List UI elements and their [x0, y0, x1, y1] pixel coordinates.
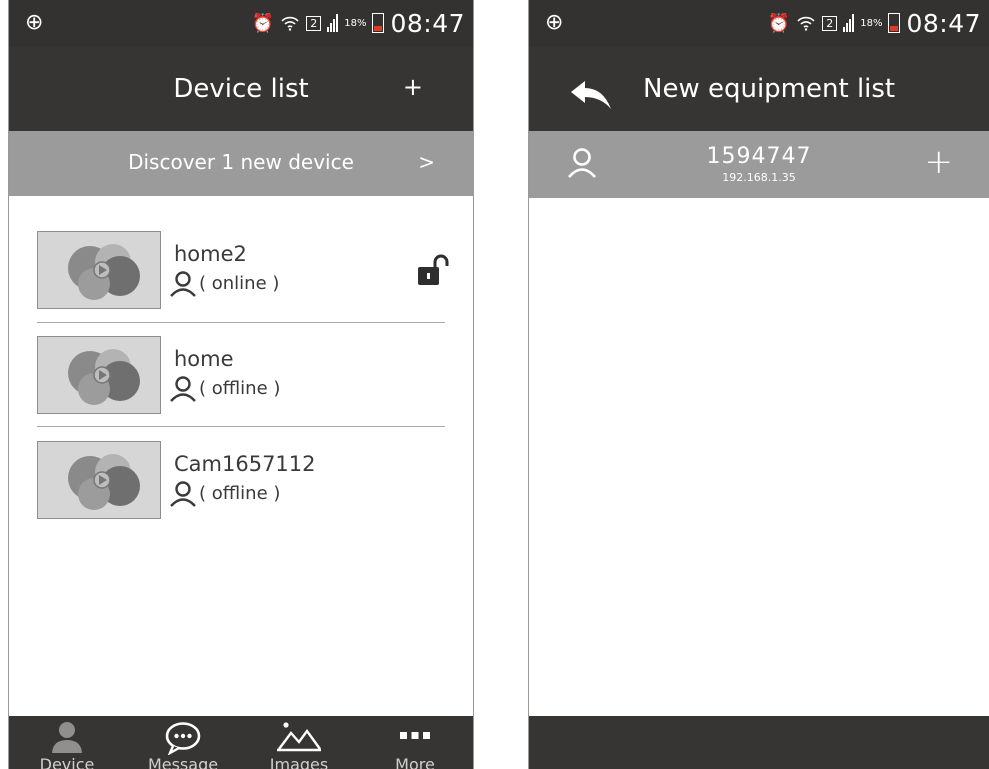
page-title: New equipment list: [643, 74, 896, 104]
nav-message[interactable]: Message: [125, 716, 241, 769]
chat-bubble-icon: [165, 722, 201, 755]
discover-new-device-bar[interactable]: Discover 1 new device >: [9, 131, 473, 196]
device-status: ( online ): [169, 271, 279, 297]
gps-icon: ⊕: [25, 10, 44, 35]
device-status-text: ( offline ): [199, 378, 281, 399]
alarm-icon: ⏰: [251, 12, 275, 34]
device-status-text: ( offline ): [199, 483, 281, 504]
device-row[interactable]: home2 ( online ): [9, 231, 473, 335]
person-icon: [170, 271, 196, 297]
nav-label: More: [395, 755, 435, 769]
title-bar: Device list +: [9, 47, 473, 131]
chevron-right-icon: >: [418, 150, 435, 174]
title-bar: New equipment list: [529, 47, 989, 131]
add-equipment-button[interactable]: +: [925, 145, 954, 179]
device-row[interactable]: Cam1657112 ( offline ): [9, 441, 473, 545]
status-icons: ⏰ 2 18% 08:47: [768, 8, 981, 38]
row-divider: [37, 322, 445, 323]
device-status: ( offline ): [169, 376, 280, 402]
signal-icon: [327, 14, 339, 32]
device-list-screen: ⊕ ⏰ 2 18% 08:47 Device list + Discover 1…: [8, 0, 474, 769]
equipment-row[interactable]: 1594747 192.168.1.35 +: [529, 131, 989, 198]
device-thumbnail: [37, 336, 161, 414]
bottom-bar: [529, 716, 989, 769]
device-name: home2: [174, 242, 247, 266]
device-name: Cam1657112: [174, 452, 316, 476]
status-bar: ⊕ ⏰ 2 18% 08:47: [9, 0, 473, 47]
more-dots-icon: [400, 732, 430, 739]
alarm-icon: ⏰: [767, 12, 791, 34]
new-equipment-screen: ⊕ ⏰ 2 18% 08:47 New equipment list 15947…: [528, 0, 989, 769]
device-thumbnail: [37, 231, 161, 309]
bottom-nav: Device Message Images More: [9, 716, 473, 769]
device-status-text: ( online ): [199, 273, 280, 294]
nav-label: Images: [269, 755, 329, 769]
unlock-icon[interactable]: [415, 253, 451, 289]
wifi-icon: [281, 16, 299, 31]
back-arrow-icon[interactable]: [569, 79, 613, 111]
mountain-image-icon: [277, 722, 321, 752]
status-icons: ⏰ 2 18% 08:47: [252, 8, 465, 38]
nav-images[interactable]: Images: [241, 716, 357, 769]
nav-label: Message: [147, 755, 219, 769]
battery-percent: 18%: [860, 17, 883, 29]
nav-more[interactable]: More: [357, 716, 473, 769]
wifi-icon: [797, 16, 815, 31]
person-icon: [170, 481, 196, 507]
add-device-button[interactable]: +: [403, 73, 423, 101]
battery-icon: [888, 13, 901, 33]
nav-device[interactable]: Device: [9, 716, 125, 769]
person-icon: [170, 376, 196, 402]
equipment-ip: 192.168.1.35: [722, 171, 796, 184]
signal-icon: [843, 14, 855, 32]
device-thumbnail: [37, 441, 161, 519]
person-icon: [52, 722, 82, 753]
device-status: ( offline ): [169, 481, 280, 507]
device-name: home: [174, 347, 234, 371]
clock: 08:47: [906, 8, 981, 38]
sim-slot-badge: 2: [822, 15, 838, 31]
status-bar: ⊕ ⏰ 2 18% 08:47: [529, 0, 989, 47]
nav-label: Device: [39, 755, 95, 769]
clock: 08:47: [390, 8, 465, 38]
battery-icon: [372, 13, 385, 33]
equipment-id: 1594747: [706, 144, 812, 169]
sim-slot-badge: 2: [306, 15, 322, 31]
row-divider: [37, 426, 445, 427]
battery-percent: 18%: [344, 17, 367, 29]
device-row[interactable]: home ( offline ): [9, 336, 473, 440]
gps-icon: ⊕: [545, 10, 564, 35]
discover-text: Discover 1 new device: [128, 150, 354, 174]
